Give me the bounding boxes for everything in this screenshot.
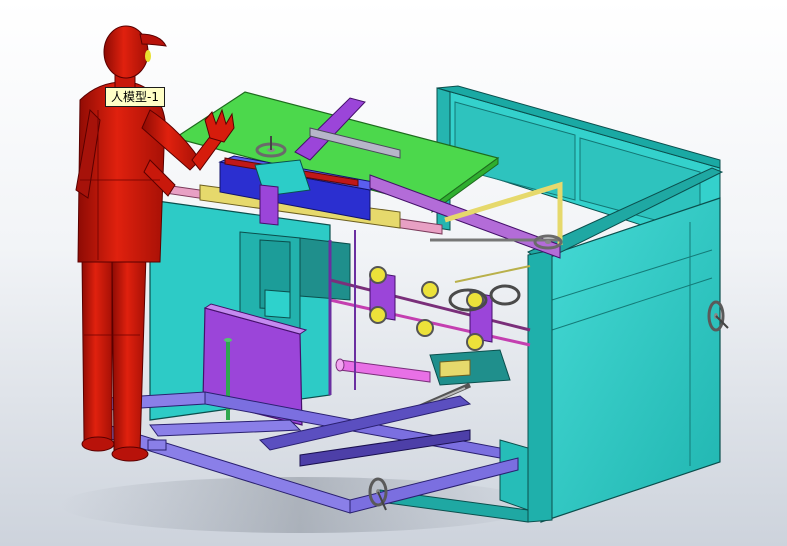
base-rail-diagonal-2 [149,419,302,437]
handwheel-hub [545,240,551,244]
machine-assembly-model[interactable] [0,0,787,546]
tooltip-label: 人模型-1 [111,90,159,104]
pink-rod [339,359,431,383]
inner-cyan-block [299,237,351,301]
belt-pulley [489,284,521,306]
pink-rod-end [335,358,345,372]
roller [466,333,484,351]
human-right-foot [111,446,149,462]
component-tooltip: 人模型-1 [105,87,165,107]
cabinet-bottom-rail-2 [499,439,529,511]
roller [369,266,387,284]
mechanism-yellow [439,359,471,378]
human-left-foot [81,436,115,452]
human-left-leg [81,254,113,441]
purple-vertical-post [259,184,279,226]
roller [416,319,434,337]
roller [369,306,387,324]
green-rod-cap [224,338,232,342]
human-right-leg [111,254,147,451]
cad-viewport[interactable]: 人模型-1 [0,0,787,546]
roller [421,281,439,299]
left-frame-column-base [264,289,291,319]
drive-belt [454,265,531,283]
human-eye [145,50,151,62]
foot-pedal[interactable] [147,439,167,451]
cabinet-front-post [527,249,553,523]
human-cap-brim [139,33,167,47]
